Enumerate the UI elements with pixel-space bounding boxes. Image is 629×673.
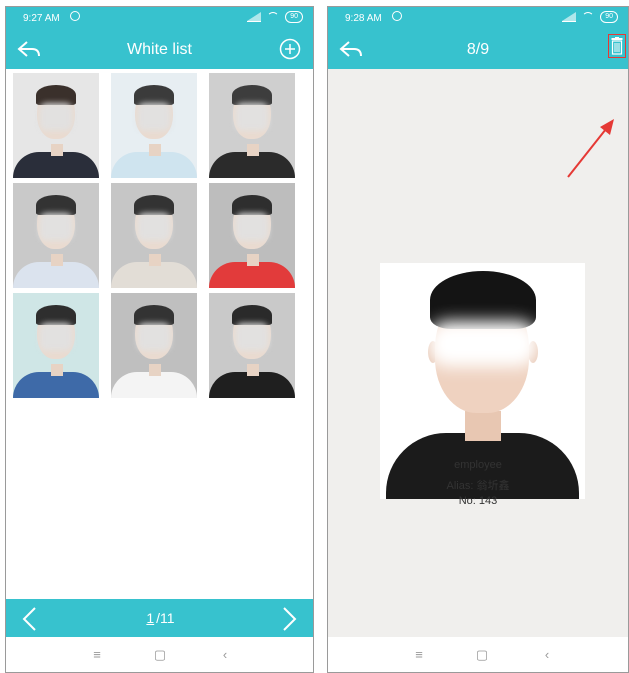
whitelist-screen: 9:27 AM 90 White list 1/11 ≡ ▢ ‹ — [5, 6, 314, 673]
photo-thumbnail[interactable] — [111, 293, 197, 398]
alarm-icon — [70, 11, 80, 21]
page-title: White list — [127, 41, 192, 58]
status-bar: 9:27 AM 90 — [6, 7, 313, 30]
battery-icon: 90 — [600, 11, 618, 23]
pagination-bar: 1/11 — [6, 599, 313, 639]
delete-button[interactable] — [608, 34, 626, 58]
photo-thumbnail[interactable] — [209, 183, 295, 288]
page-indicator: 1/11 — [6, 610, 313, 626]
back-nav-icon[interactable]: ‹ — [540, 647, 554, 662]
annotation-arrow-icon — [567, 119, 614, 178]
alarm-icon — [392, 11, 402, 21]
current-page[interactable]: 1 — [144, 610, 156, 626]
photo-thumbnail[interactable] — [209, 293, 295, 398]
wifi-icon — [582, 12, 595, 22]
title-bar: White list — [6, 30, 313, 69]
employee-alias: Alias: 翁圻鑫 — [446, 480, 510, 492]
add-icon[interactable] — [279, 38, 301, 60]
signal-icon — [247, 12, 262, 22]
photo-counter: 8/9 — [466, 41, 490, 58]
trash-icon — [611, 37, 623, 55]
status-time: 9:27 AM — [23, 13, 60, 24]
battery-icon: 90 — [285, 11, 303, 23]
photo-thumbnail[interactable] — [111, 183, 197, 288]
home-nav-icon[interactable]: ▢ — [153, 647, 167, 663]
photo-thumbnail[interactable] — [111, 73, 197, 178]
detail-body: employee Alias: 翁圻鑫 No: 143 — [328, 69, 628, 637]
employee-number: No: 143 — [458, 495, 498, 507]
signal-icon — [562, 12, 577, 22]
home-nav-icon[interactable]: ▢ — [475, 647, 489, 663]
wifi-icon — [267, 12, 280, 22]
menu-nav-icon[interactable]: ≡ — [412, 647, 426, 662]
title-bar: 8/9 — [328, 30, 628, 69]
total-pages: /11 — [156, 610, 175, 626]
photo-thumbnail[interactable] — [13, 73, 99, 178]
photo-thumbnail[interactable] — [209, 73, 295, 178]
photo-thumbnail[interactable] — [13, 183, 99, 288]
back-nav-icon[interactable]: ‹ — [218, 647, 232, 662]
photo-detail-screen: 9:28 AM 90 8/9 employee Alias: 翁圻鑫 No: 1… — [327, 6, 629, 673]
system-nav-bar: ≡ ▢ ‹ — [6, 637, 313, 672]
status-time: 9:28 AM — [345, 13, 382, 24]
system-nav-bar: ≡ ▢ ‹ — [328, 637, 628, 672]
photo-thumbnail[interactable] — [13, 293, 99, 398]
status-bar: 9:28 AM 90 — [328, 7, 628, 30]
employee-name: employee — [454, 459, 502, 471]
menu-nav-icon[interactable]: ≡ — [90, 647, 104, 662]
next-page-icon[interactable] — [277, 605, 301, 633]
